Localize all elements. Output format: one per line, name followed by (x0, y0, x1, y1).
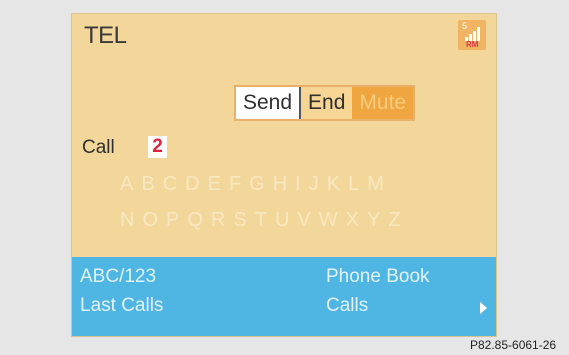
key-j[interactable]: J (309, 173, 322, 195)
key-d[interactable]: D (185, 173, 202, 195)
key-k[interactable]: K (327, 173, 343, 195)
signal-strength-icon: 5 RM (458, 20, 486, 50)
key-n[interactable]: N (120, 209, 137, 231)
key-s[interactable]: S (233, 209, 249, 231)
signal-bars (465, 27, 481, 41)
key-a[interactable]: A (120, 173, 136, 195)
key-u[interactable]: U (275, 209, 292, 231)
menu-phone-book[interactable]: Phone Book (326, 266, 430, 288)
key-r[interactable]: R (211, 209, 228, 231)
mute-button[interactable]: Mute (352, 87, 414, 119)
key-y[interactable]: Y (367, 209, 383, 231)
key-i[interactable]: I (295, 173, 304, 195)
key-x[interactable]: X (346, 209, 362, 231)
tel-screen: TEL 5 RM Send End Mute Call 2 ABCDEFGHIJ… (71, 13, 497, 337)
key-e[interactable]: E (208, 173, 224, 195)
key-l[interactable]: L (348, 173, 362, 195)
key-b[interactable]: B (141, 173, 157, 195)
roaming-label: RM (466, 40, 479, 49)
keyboard-row-1: ABCDEFGHIJKLM (120, 173, 392, 196)
bottom-menu: ABC/123 Last Calls Phone Book Calls (72, 257, 496, 336)
call-number-input[interactable]: 2 (148, 136, 167, 158)
key-o[interactable]: O (142, 209, 161, 231)
key-h[interactable]: H (273, 173, 290, 195)
key-t[interactable]: T (255, 209, 270, 231)
figure-caption: P82.85-6061-26 (470, 338, 557, 352)
key-w[interactable]: W (319, 209, 341, 231)
menu-abc-123[interactable]: ABC/123 (80, 266, 156, 288)
chevron-right-icon[interactable] (480, 302, 487, 314)
keyboard-row-2: NOPQRSTUVWXYZ (120, 209, 409, 232)
key-q[interactable]: Q (187, 209, 206, 231)
menu-calls[interactable]: Calls (326, 295, 368, 317)
send-button[interactable]: Send (236, 87, 302, 119)
key-m[interactable]: M (367, 173, 387, 195)
call-controls: Send End Mute (234, 85, 416, 121)
key-p[interactable]: P (166, 209, 182, 231)
key-z[interactable]: Z (388, 209, 403, 231)
key-g[interactable]: G (249, 173, 268, 195)
key-c[interactable]: C (163, 173, 180, 195)
key-v[interactable]: V (297, 209, 313, 231)
menu-last-calls[interactable]: Last Calls (80, 295, 163, 317)
call-label: Call (82, 137, 115, 158)
key-f[interactable]: F (229, 173, 244, 195)
screen-title: TEL (84, 22, 127, 49)
end-button[interactable]: End (301, 87, 353, 119)
